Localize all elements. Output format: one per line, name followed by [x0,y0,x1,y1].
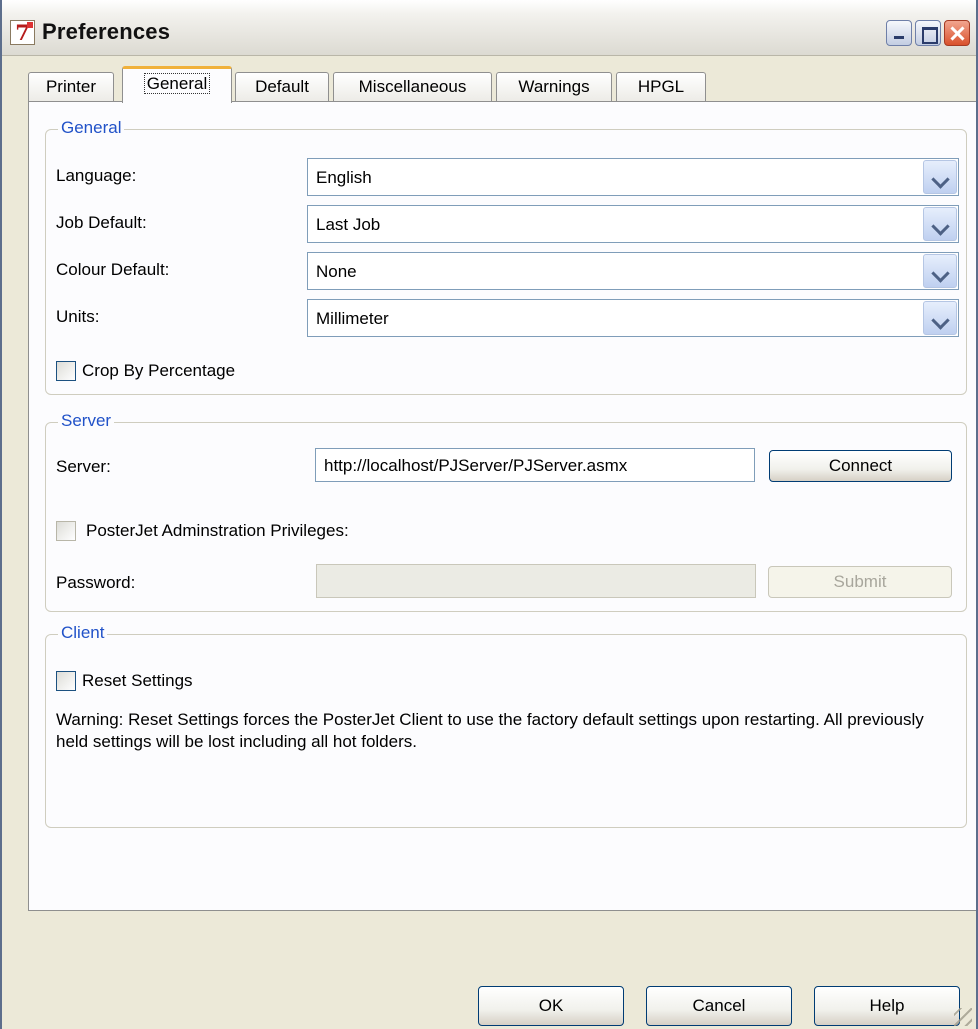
units-label: Units: [56,307,100,326]
server-url-field[interactable]: http://localhost/PJServer/PJServer.asmx [315,448,755,482]
general-tab-panel: General Language: English Job Default: L… [28,101,976,911]
window-title: Preferences [42,19,171,44]
client-group: Client Reset Settings Warning: Reset Set… [45,623,967,828]
tab-hpgl[interactable]: HPGL [616,72,706,102]
help-button[interactable]: Help [814,986,960,1026]
general-legend: General [58,118,125,138]
app-icon: 7 [10,20,35,45]
client-legend: Client [58,623,108,643]
resize-grip-icon[interactable] [954,1008,972,1026]
connect-button[interactable]: Connect [769,450,952,482]
tab-general[interactable]: General [122,66,232,103]
preferences-window: 7 Preferences Printer General Default Mi… [0,0,978,1029]
reset-settings-label[interactable]: Reset Settings [82,671,193,691]
crop-by-percentage-label[interactable]: Crop By Percentage [82,361,235,381]
tab-warnings[interactable]: Warnings [496,72,612,102]
reset-warning-text: Warning: Reset Settings forces the Poste… [56,710,924,751]
job-default-value: Last Job [316,215,381,234]
cancel-button[interactable]: Cancel [646,986,792,1026]
language-value: English [316,168,372,187]
chevron-down-icon[interactable] [923,301,957,335]
tab-general-label: General [143,73,211,94]
chevron-down-icon[interactable] [923,207,957,241]
maximize-button[interactable] [915,20,941,46]
close-button[interactable] [944,20,970,46]
tab-default[interactable]: Default [235,72,329,102]
minimize-button[interactable] [886,20,912,46]
submit-button[interactable]: Submit [768,566,952,598]
server-legend: Server [58,411,115,431]
server-group: Server Server: http://localhost/PJServer… [45,411,967,612]
colour-default-label: Colour Default: [56,260,170,279]
general-group: General Language: English Job Default: L… [45,118,967,395]
colour-default-select[interactable]: None [307,252,959,290]
title-bar[interactable]: 7 Preferences [2,0,976,56]
ok-button[interactable]: OK [478,986,624,1026]
password-label: Password: [56,573,136,592]
chevron-down-icon[interactable] [923,160,957,194]
colour-default-value: None [316,262,357,281]
admin-privileges-label[interactable]: PosterJet Adminstration Privileges: [86,521,349,541]
language-label: Language: [56,166,137,185]
tab-miscellaneous[interactable]: Miscellaneous [333,72,492,102]
language-select[interactable]: English [307,158,959,196]
units-select[interactable]: Millimeter [307,299,959,337]
crop-by-percentage-checkbox[interactable] [56,361,76,381]
chevron-down-icon[interactable] [923,254,957,288]
server-label: Server: [56,457,111,476]
reset-settings-checkbox[interactable] [56,671,76,691]
tab-printer[interactable]: Printer [28,72,114,102]
units-value: Millimeter [316,309,389,328]
job-default-select[interactable]: Last Job [307,205,959,243]
admin-privileges-checkbox[interactable] [56,521,76,541]
password-field[interactable] [316,564,756,598]
job-default-label: Job Default: [56,213,147,232]
